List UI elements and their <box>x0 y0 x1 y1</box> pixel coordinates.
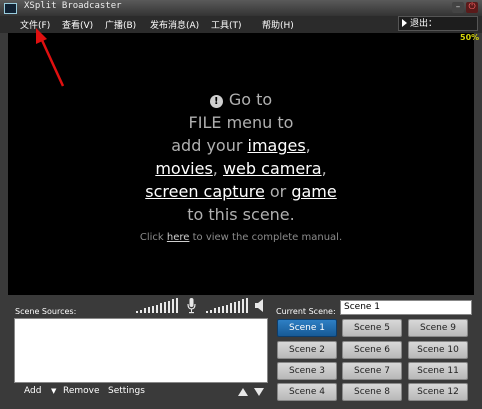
meter-bar <box>176 298 178 313</box>
mic-volume-meter[interactable] <box>136 297 180 313</box>
stage-add-your: add your <box>171 136 248 155</box>
scene-button[interactable]: Scene 3 <box>277 362 337 380</box>
sources-toolbar: Add ▼ Remove Settings <box>14 384 268 401</box>
add-dropdown-icon[interactable]: ▼ <box>51 387 56 395</box>
menu-file[interactable]: 文件(F) <box>20 18 50 31</box>
stage-line-end: to this scene. <box>187 205 295 224</box>
manual-pre: Click <box>139 232 167 243</box>
preview-stage[interactable]: ! Go to FILE menu to add your images, mov… <box>8 33 474 295</box>
scene-button[interactable]: Scene 1 <box>277 319 337 337</box>
zoom-level: 50% <box>460 33 480 42</box>
scene-button[interactable]: Scene 10 <box>408 341 468 359</box>
scene-button[interactable]: Scene 8 <box>342 383 402 401</box>
link-images[interactable]: images <box>248 136 306 155</box>
scene-button[interactable]: Scene 9 <box>408 319 468 337</box>
meter-bar <box>210 309 212 313</box>
app-icon <box>4 3 17 14</box>
exit-button[interactable]: 退出：2525111 <box>398 16 478 44</box>
meter-bar <box>242 299 244 313</box>
microphone-icon[interactable] <box>187 298 196 314</box>
manual-link[interactable]: here <box>167 232 190 243</box>
meter-bar <box>234 301 236 313</box>
menu-broadcast[interactable]: 广播(B) <box>105 18 136 31</box>
stage-comma: , <box>305 136 311 155</box>
meter-bar <box>136 311 138 313</box>
meter-bar <box>214 308 216 313</box>
source-settings-button[interactable]: Settings <box>108 386 145 396</box>
menu-publish[interactable]: 发布消息(A) <box>150 18 199 31</box>
meter-bar <box>144 308 146 313</box>
meter-bar <box>156 304 158 313</box>
meter-bar <box>238 300 240 313</box>
link-movies[interactable]: movies <box>155 159 212 178</box>
meter-bar <box>222 305 224 313</box>
remove-source-button[interactable]: Remove <box>63 386 100 396</box>
play-icon <box>402 19 407 27</box>
current-scene-label: Current Scene: <box>276 307 336 316</box>
meter-bar <box>218 307 220 313</box>
stage-comma3: , <box>321 159 327 178</box>
add-source-button[interactable]: Add <box>24 386 41 396</box>
link-game[interactable]: game <box>291 182 336 201</box>
menu-tools[interactable]: 工具(T) <box>211 18 242 31</box>
meter-bar <box>148 307 150 313</box>
link-web-camera[interactable]: web camera <box>223 159 322 178</box>
move-down-icon[interactable] <box>254 388 264 396</box>
stage-line2: FILE menu to <box>188 113 294 132</box>
meter-bar <box>160 303 162 313</box>
source-order-arrows <box>238 388 264 396</box>
manual-hint: Click here to view the complete manual. <box>8 232 474 243</box>
power-icon[interactable]: ⏻ <box>466 2 478 13</box>
stage-comma2: , <box>212 159 223 178</box>
window-title: XSplit Broadcaster <box>24 1 122 11</box>
current-scene-field[interactable]: Scene 1 <box>340 300 472 315</box>
menu-view[interactable]: 查看(V) <box>62 18 93 31</box>
meter-bar <box>172 299 174 313</box>
speaker-icon[interactable] <box>255 299 267 312</box>
meter-bar <box>246 298 248 313</box>
meter-bar <box>140 309 142 313</box>
scene-button[interactable]: Scene 2 <box>277 341 337 359</box>
scene-button[interactable]: Scene 11 <box>408 362 468 380</box>
alert-icon: ! <box>209 95 223 108</box>
move-up-icon[interactable] <box>238 388 248 396</box>
scene-button[interactable]: Scene 5 <box>342 319 402 337</box>
meter-bar <box>164 301 166 313</box>
minimize-icon[interactable]: – <box>452 2 464 13</box>
stage-instructions: ! Go to FILE menu to add your images, mov… <box>8 88 474 226</box>
meter-bar <box>168 300 170 313</box>
link-screen-capture[interactable]: screen capture <box>145 182 265 201</box>
scene-sources-list[interactable] <box>14 318 268 383</box>
scene-sources-label: Scene Sources: <box>15 307 77 316</box>
stage-line1: Go to <box>228 90 273 109</box>
app-window: XSplit Broadcaster – ⏻ 文件(F) 查看(V) 广播(B)… <box>0 0 482 409</box>
scene-button[interactable]: Scene 7 <box>342 362 402 380</box>
menu-help[interactable]: 帮助(H) <box>262 18 294 31</box>
meter-bar <box>226 304 228 313</box>
meter-bar <box>152 305 154 313</box>
scene-button[interactable]: Scene 4 <box>277 383 337 401</box>
meter-bar <box>230 303 232 313</box>
title-bar: XSplit Broadcaster – ⏻ <box>0 0 482 17</box>
scene-button[interactable]: Scene 12 <box>408 383 468 401</box>
meter-bar <box>206 311 208 313</box>
manual-post: to view the complete manual. <box>189 232 343 243</box>
scene-button[interactable]: Scene 6 <box>342 341 402 359</box>
stage-or: or <box>264 182 292 201</box>
speaker-volume-meter[interactable] <box>206 297 250 313</box>
